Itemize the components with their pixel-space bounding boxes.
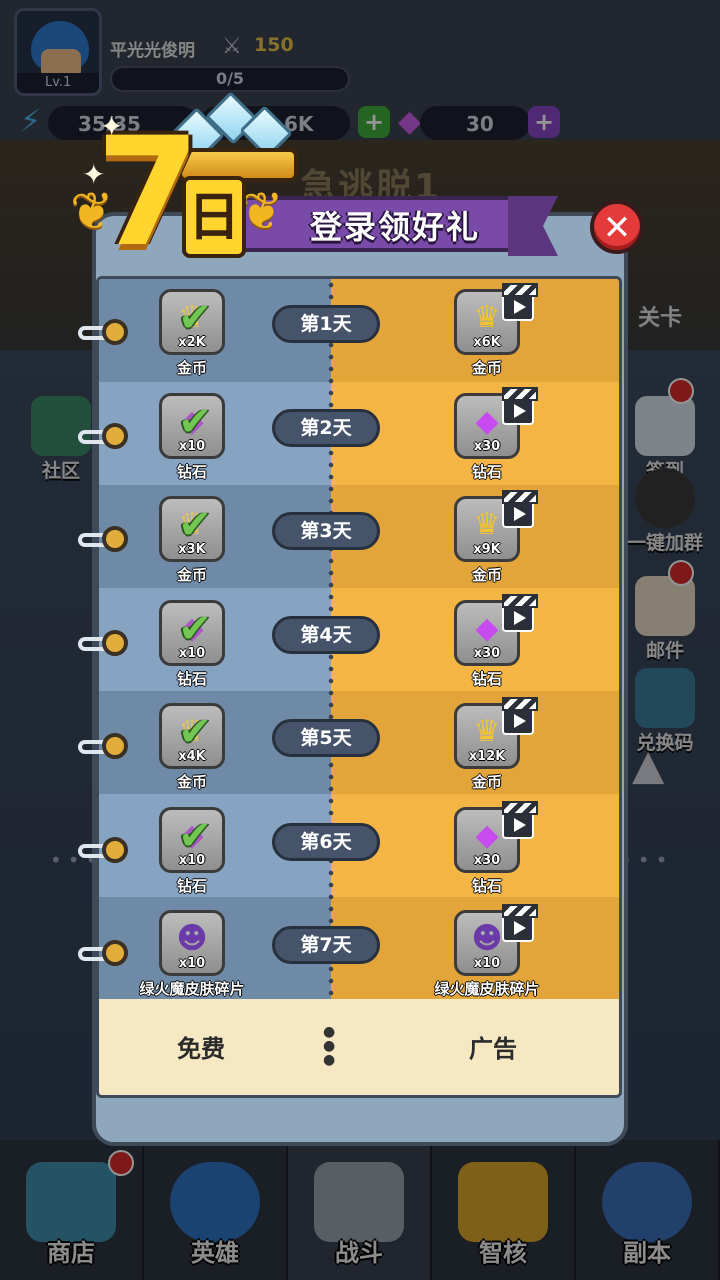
checkmark-icon: ✔: [178, 398, 212, 445]
ad-reward-name: 钻石: [471, 669, 502, 688]
sparkle-icon: ✦: [100, 110, 124, 143]
reward-quantity: x12K: [468, 749, 506, 764]
reward-quantity: x10: [178, 956, 206, 971]
ad-reward-name: 金币: [471, 359, 502, 377]
dialog-title: 登录领好礼: [310, 208, 481, 246]
ring-hole: [102, 733, 128, 759]
ad-reward-name: 金币: [471, 566, 502, 584]
watch-video-icon[interactable]: [502, 283, 538, 321]
checkmark-icon: ✔: [178, 605, 212, 652]
ring-hole: [102, 422, 128, 449]
free-reward-name: 金币: [176, 359, 207, 377]
watch-video-icon[interactable]: [502, 490, 538, 528]
ad-reward-name: 钻石: [471, 876, 502, 895]
day-label: 第1天: [272, 305, 380, 343]
ad-label: 广告: [469, 1035, 517, 1063]
gold-coin-icon: ♛: [473, 714, 501, 749]
free-reward-name: 金币: [176, 566, 207, 584]
sparkle-icon: ✦: [82, 158, 106, 191]
gold-coin-icon: ♛: [473, 300, 501, 335]
reward-quantity: x30: [473, 438, 501, 454]
binder-ring-icon: [78, 733, 128, 759]
ad-reward-name: 金币: [471, 773, 502, 791]
free-reward-tile[interactable]: ◆ x10 ✔: [159, 599, 225, 666]
checkmark-icon: ✔: [178, 295, 212, 341]
binder-ring-icon: [78, 836, 128, 863]
reward-quantity: x30: [473, 852, 501, 868]
free-reward-tile[interactable]: ♛ x4K ✔: [159, 703, 225, 769]
diamond-icon: ◆: [475, 610, 499, 646]
day-label: 第3天: [272, 512, 380, 550]
ring-hole: [102, 940, 128, 966]
day-label: 第6天: [272, 822, 380, 861]
day-character: 日: [182, 176, 246, 258]
ring-hole: [102, 836, 128, 863]
ring-hole: [102, 629, 128, 656]
reward-quantity: x9K: [473, 542, 501, 557]
free-reward-name: 钻石: [176, 669, 207, 688]
binder-ring-icon: [78, 319, 128, 345]
day-label: 第2天: [272, 408, 380, 447]
close-button[interactable]: ✕: [590, 200, 644, 254]
day-label: 第5天: [272, 719, 380, 757]
green-fire-demon-skin-icon: ☻: [471, 921, 503, 956]
green-fire-demon-skin-icon: ☻: [176, 921, 208, 956]
day-label: 第7天: [272, 926, 380, 964]
watch-video-icon[interactable]: [502, 800, 538, 839]
free-reward-tile[interactable]: ☻ x10: [159, 910, 225, 976]
gold-coin-icon: ♛: [473, 507, 501, 542]
watch-video-icon[interactable]: [502, 904, 538, 942]
free-reward-tile[interactable]: ♛ x3K ✔: [159, 496, 225, 562]
reward-footer: 免费 ● ● ● 广告: [99, 999, 619, 1095]
binder-ring-icon: [78, 422, 128, 449]
binder-ring-icon: [78, 629, 128, 656]
binder-ring-icon: [78, 940, 128, 966]
footer-divider-dots: ● ● ●: [323, 1024, 336, 1068]
diamond-icon: ◆: [475, 403, 499, 439]
ad-reward-name: 钻石: [471, 462, 502, 481]
diamond-icon: ◆: [475, 817, 499, 853]
reward-quantity: x6K: [473, 335, 501, 350]
free-label: 免费: [177, 1035, 225, 1063]
free-reward-tile[interactable]: ♛ x2K ✔: [159, 289, 225, 355]
checkmark-icon: ✔: [178, 502, 212, 548]
ring-hole: [102, 526, 128, 552]
free-reward-tile[interactable]: ◆ x10 ✔: [159, 392, 225, 459]
checkmark-icon: ✔: [178, 812, 212, 859]
day-label: 第4天: [272, 615, 380, 654]
ad-reward-name: 绿火魔皮肤碎片: [434, 980, 540, 998]
binder-ring-icon: [78, 526, 128, 552]
free-reward-name: 钻石: [176, 462, 207, 481]
watch-video-icon[interactable]: [502, 697, 538, 735]
close-icon: ✕: [602, 208, 632, 248]
free-reward-name: 绿火魔皮肤碎片: [139, 980, 245, 998]
free-reward-name: 钻石: [176, 876, 207, 895]
free-reward-name: 金币: [176, 773, 207, 791]
checkmark-icon: ✔: [178, 709, 212, 755]
watch-video-icon[interactable]: [502, 593, 538, 632]
free-reward-tile[interactable]: ◆ x10 ✔: [159, 806, 225, 873]
laurel-right-icon: ❦: [240, 182, 284, 242]
reward-quantity: x30: [473, 645, 501, 661]
reward-quantity: x10: [473, 956, 501, 971]
watch-video-icon[interactable]: [502, 386, 538, 425]
ring-hole: [102, 319, 128, 345]
